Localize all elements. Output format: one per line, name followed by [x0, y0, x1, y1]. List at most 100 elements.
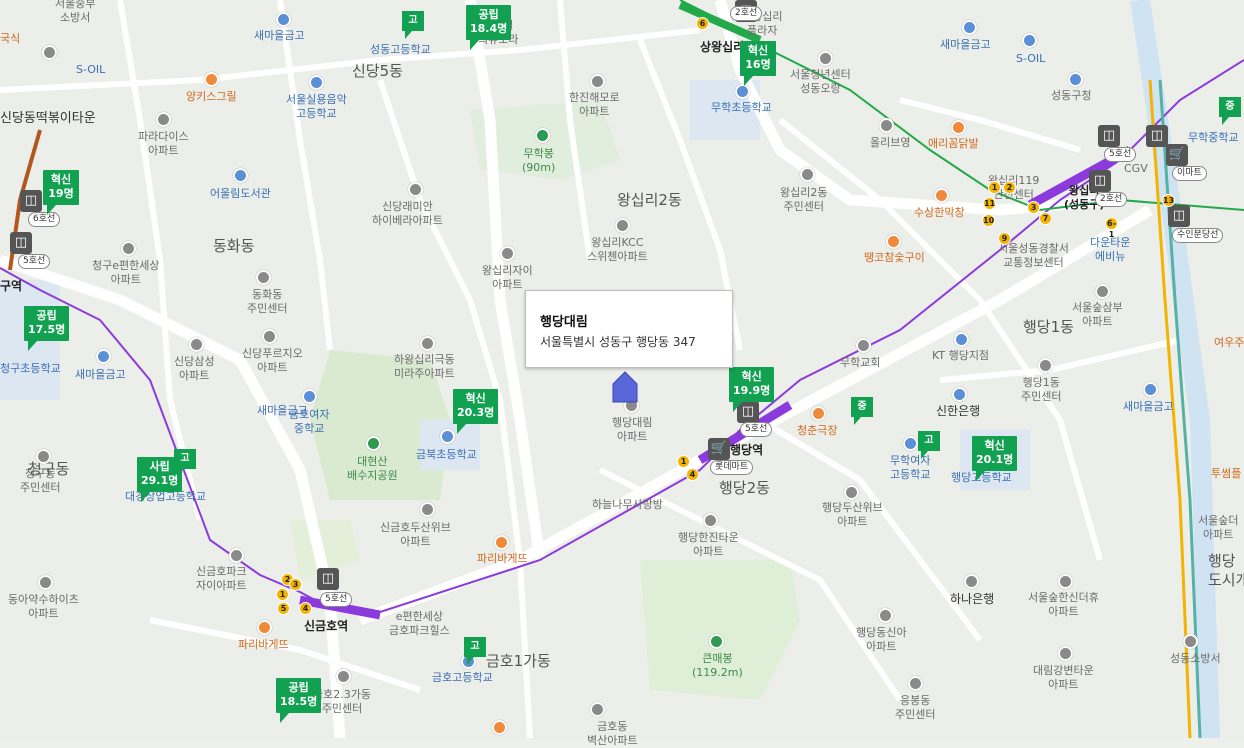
restaurant-icon[interactable]	[492, 720, 507, 735]
poi-marker[interactable]	[856, 338, 871, 353]
subway-icon[interactable]: ◫	[1168, 205, 1190, 227]
station-label-sangwangsimni[interactable]: 상왕십리	[700, 40, 744, 55]
place-info-popup[interactable]: 행당대림 서울특별시 성동구 행당동 347	[525, 290, 733, 368]
station-label-singeumho[interactable]: 신금호역	[304, 619, 348, 634]
cart-icon[interactable]: 🛒	[708, 438, 730, 460]
area-label: 행당 도시개발	[1208, 552, 1244, 589]
school-icon[interactable]	[309, 75, 324, 90]
poi-marker[interactable]	[590, 702, 605, 717]
poi-marker[interactable]	[703, 513, 718, 528]
poi-marker[interactable]	[1183, 634, 1198, 649]
poi-marker[interactable]	[615, 218, 630, 233]
bank-icon[interactable]	[1143, 382, 1158, 397]
selected-location-marker[interactable]	[612, 370, 638, 404]
school-icon[interactable]	[903, 436, 918, 451]
poi-marker[interactable]	[878, 608, 893, 623]
poi-marker[interactable]	[408, 182, 423, 197]
bank-icon[interactable]	[952, 387, 967, 402]
bank-icon[interactable]	[276, 12, 291, 27]
poi-label: 금북초등학교	[416, 448, 477, 461]
poi-marker[interactable]	[500, 246, 515, 261]
highschool-flag[interactable]: 고	[464, 637, 486, 665]
poi-label: 성동고등학교	[370, 43, 431, 56]
poi-marker[interactable]	[420, 502, 435, 517]
line-pill: 이마트	[1172, 166, 1207, 181]
poi-marker[interactable]	[189, 337, 204, 352]
poi-marker[interactable]	[38, 575, 53, 590]
poi-label: 무학봉 (90m)	[522, 147, 556, 174]
highschool-flag[interactable]: 고	[402, 11, 424, 39]
bank-icon[interactable]	[962, 20, 977, 35]
poi-marker[interactable]	[1058, 574, 1073, 589]
mountain-icon[interactable]	[709, 634, 724, 649]
poi-marker[interactable]	[256, 270, 271, 285]
poi-marker[interactable]	[800, 167, 815, 182]
school-icon[interactable]	[735, 84, 750, 99]
school-stat-flag[interactable]: 공립 17.5명	[24, 306, 70, 351]
poi-marker[interactable]	[1095, 284, 1110, 299]
subway-icon[interactable]: ◫	[1146, 125, 1168, 147]
restaurant-icon[interactable]	[204, 72, 219, 87]
poi-marker[interactable]	[844, 485, 859, 500]
poi-marker[interactable]	[36, 449, 51, 464]
poi-marker[interactable]	[42, 45, 57, 60]
school-stat-flag[interactable]: 공립 18.5명	[276, 678, 322, 723]
poi-marker[interactable]	[262, 329, 277, 344]
poi-marker[interactable]	[818, 51, 833, 66]
restaurant-icon[interactable]	[934, 188, 949, 203]
subway-icon[interactable]: ◫	[317, 568, 339, 590]
school-stat-flag[interactable]: 혁신 19.9명	[729, 367, 775, 412]
cart-icon[interactable]: 🛒	[1166, 144, 1188, 166]
poi-label: 하왕십리극동 미라주아파트	[394, 353, 455, 380]
poi-marker[interactable]	[1068, 72, 1083, 87]
poi-marker[interactable]	[954, 332, 969, 347]
school-icon[interactable]	[440, 429, 455, 444]
poi-marker[interactable]	[908, 676, 923, 691]
school-icon[interactable]	[302, 389, 317, 404]
bank-icon[interactable]	[96, 349, 111, 364]
bank-icon[interactable]	[964, 574, 979, 589]
highschool-flag[interactable]: 고	[918, 431, 940, 459]
poi-marker[interactable]	[1038, 358, 1053, 373]
station-label-partial[interactable]: 구역	[0, 279, 22, 294]
line-pill: 2호선	[1095, 192, 1128, 207]
poi-marker[interactable]	[156, 112, 171, 127]
poi-label: 새마을금고	[75, 368, 126, 381]
poi-label: 수상한막창	[914, 206, 965, 219]
subway-icon[interactable]: ◫	[10, 232, 32, 254]
middleschool-flag[interactable]: 중	[1219, 97, 1241, 125]
restaurant-icon[interactable]	[257, 620, 272, 635]
subway-icon[interactable]: ◫	[1089, 170, 1111, 192]
poi-label: 새마을금고	[1123, 400, 1174, 413]
poi-marker[interactable]	[420, 336, 435, 351]
poi-marker[interactable]	[590, 74, 605, 89]
middleschool-flag[interactable]: 중	[851, 397, 873, 425]
mountain-icon[interactable]	[535, 128, 550, 143]
school-stat-flag[interactable]: 혁신 20.1명	[972, 436, 1018, 481]
poi-marker[interactable]	[229, 548, 244, 563]
line-pill: 2호선	[730, 6, 763, 21]
poi-marker[interactable]	[121, 241, 136, 256]
poi-marker[interactable]	[1022, 33, 1037, 48]
library-icon[interactable]	[233, 168, 248, 183]
poi-marker[interactable]	[336, 669, 351, 684]
subway-icon[interactable]: ◫	[20, 190, 42, 212]
highschool-flag[interactable]: 고	[174, 449, 196, 477]
school-ratio: 18.5명	[280, 695, 318, 709]
restaurant-icon[interactable]	[494, 535, 509, 550]
poi-label: 무학중학교	[1188, 131, 1239, 144]
poi-marker[interactable]	[1058, 646, 1073, 661]
station-label-haengdang[interactable]: 행당역	[730, 443, 763, 458]
school-stat-flag[interactable]: 공립 18.4명	[466, 5, 512, 50]
line-pill: 5호선	[18, 254, 51, 269]
poi-label: 대현산 배수지공원	[347, 455, 398, 482]
restaurant-icon[interactable]	[811, 406, 826, 421]
restaurant-icon[interactable]	[886, 234, 901, 249]
school-stat-flag[interactable]: 혁신 16명	[740, 41, 776, 86]
subway-icon[interactable]: ◫	[1098, 125, 1120, 147]
school-stat-flag[interactable]: 혁신 19명	[43, 170, 79, 215]
restaurant-icon[interactable]	[951, 120, 966, 135]
park-icon[interactable]	[366, 436, 381, 451]
poi-marker[interactable]	[879, 118, 894, 133]
school-stat-flag[interactable]: 혁신 20.3명	[453, 389, 499, 434]
